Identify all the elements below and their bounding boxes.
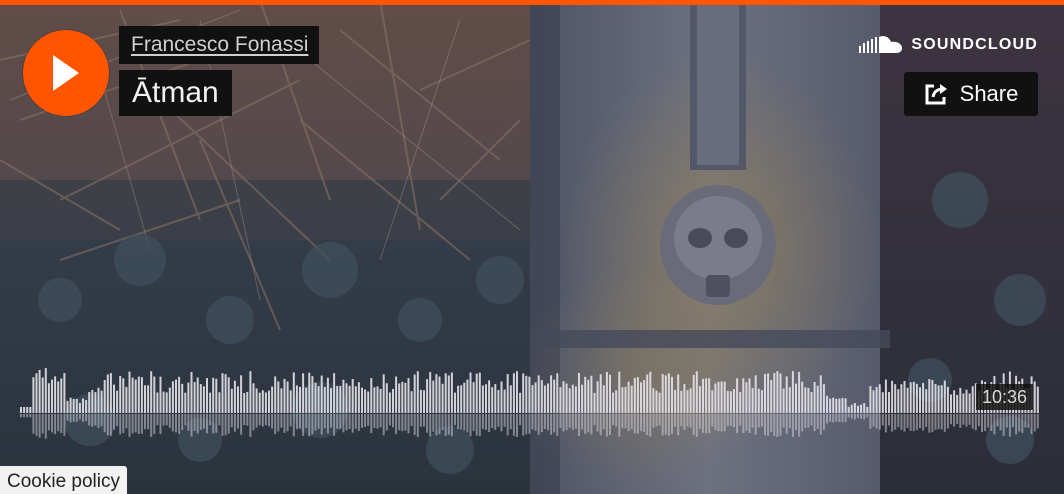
waveform-seekbar[interactable] xyxy=(20,340,1042,440)
soundcloud-player: Francesco Fonassi Ātman SOUNDCLOUD Share… xyxy=(0,0,1064,494)
share-icon xyxy=(925,84,947,105)
track-duration: 10:36 xyxy=(976,384,1034,410)
play-icon xyxy=(53,55,79,91)
play-button[interactable] xyxy=(23,30,109,116)
soundcloud-cloud-icon xyxy=(859,36,903,53)
artist-link[interactable]: Francesco Fonassi xyxy=(119,26,320,64)
share-button[interactable]: Share xyxy=(904,72,1038,116)
soundcloud-logo-link[interactable]: SOUNDCLOUD xyxy=(859,35,1038,55)
brand-label: SOUNDCLOUD xyxy=(911,36,1038,53)
track-title[interactable]: Ātman xyxy=(119,70,232,116)
share-label: Share xyxy=(959,81,1019,106)
progress-accent-bar xyxy=(0,0,1064,5)
cookie-policy-link[interactable]: Cookie policy xyxy=(0,466,127,494)
